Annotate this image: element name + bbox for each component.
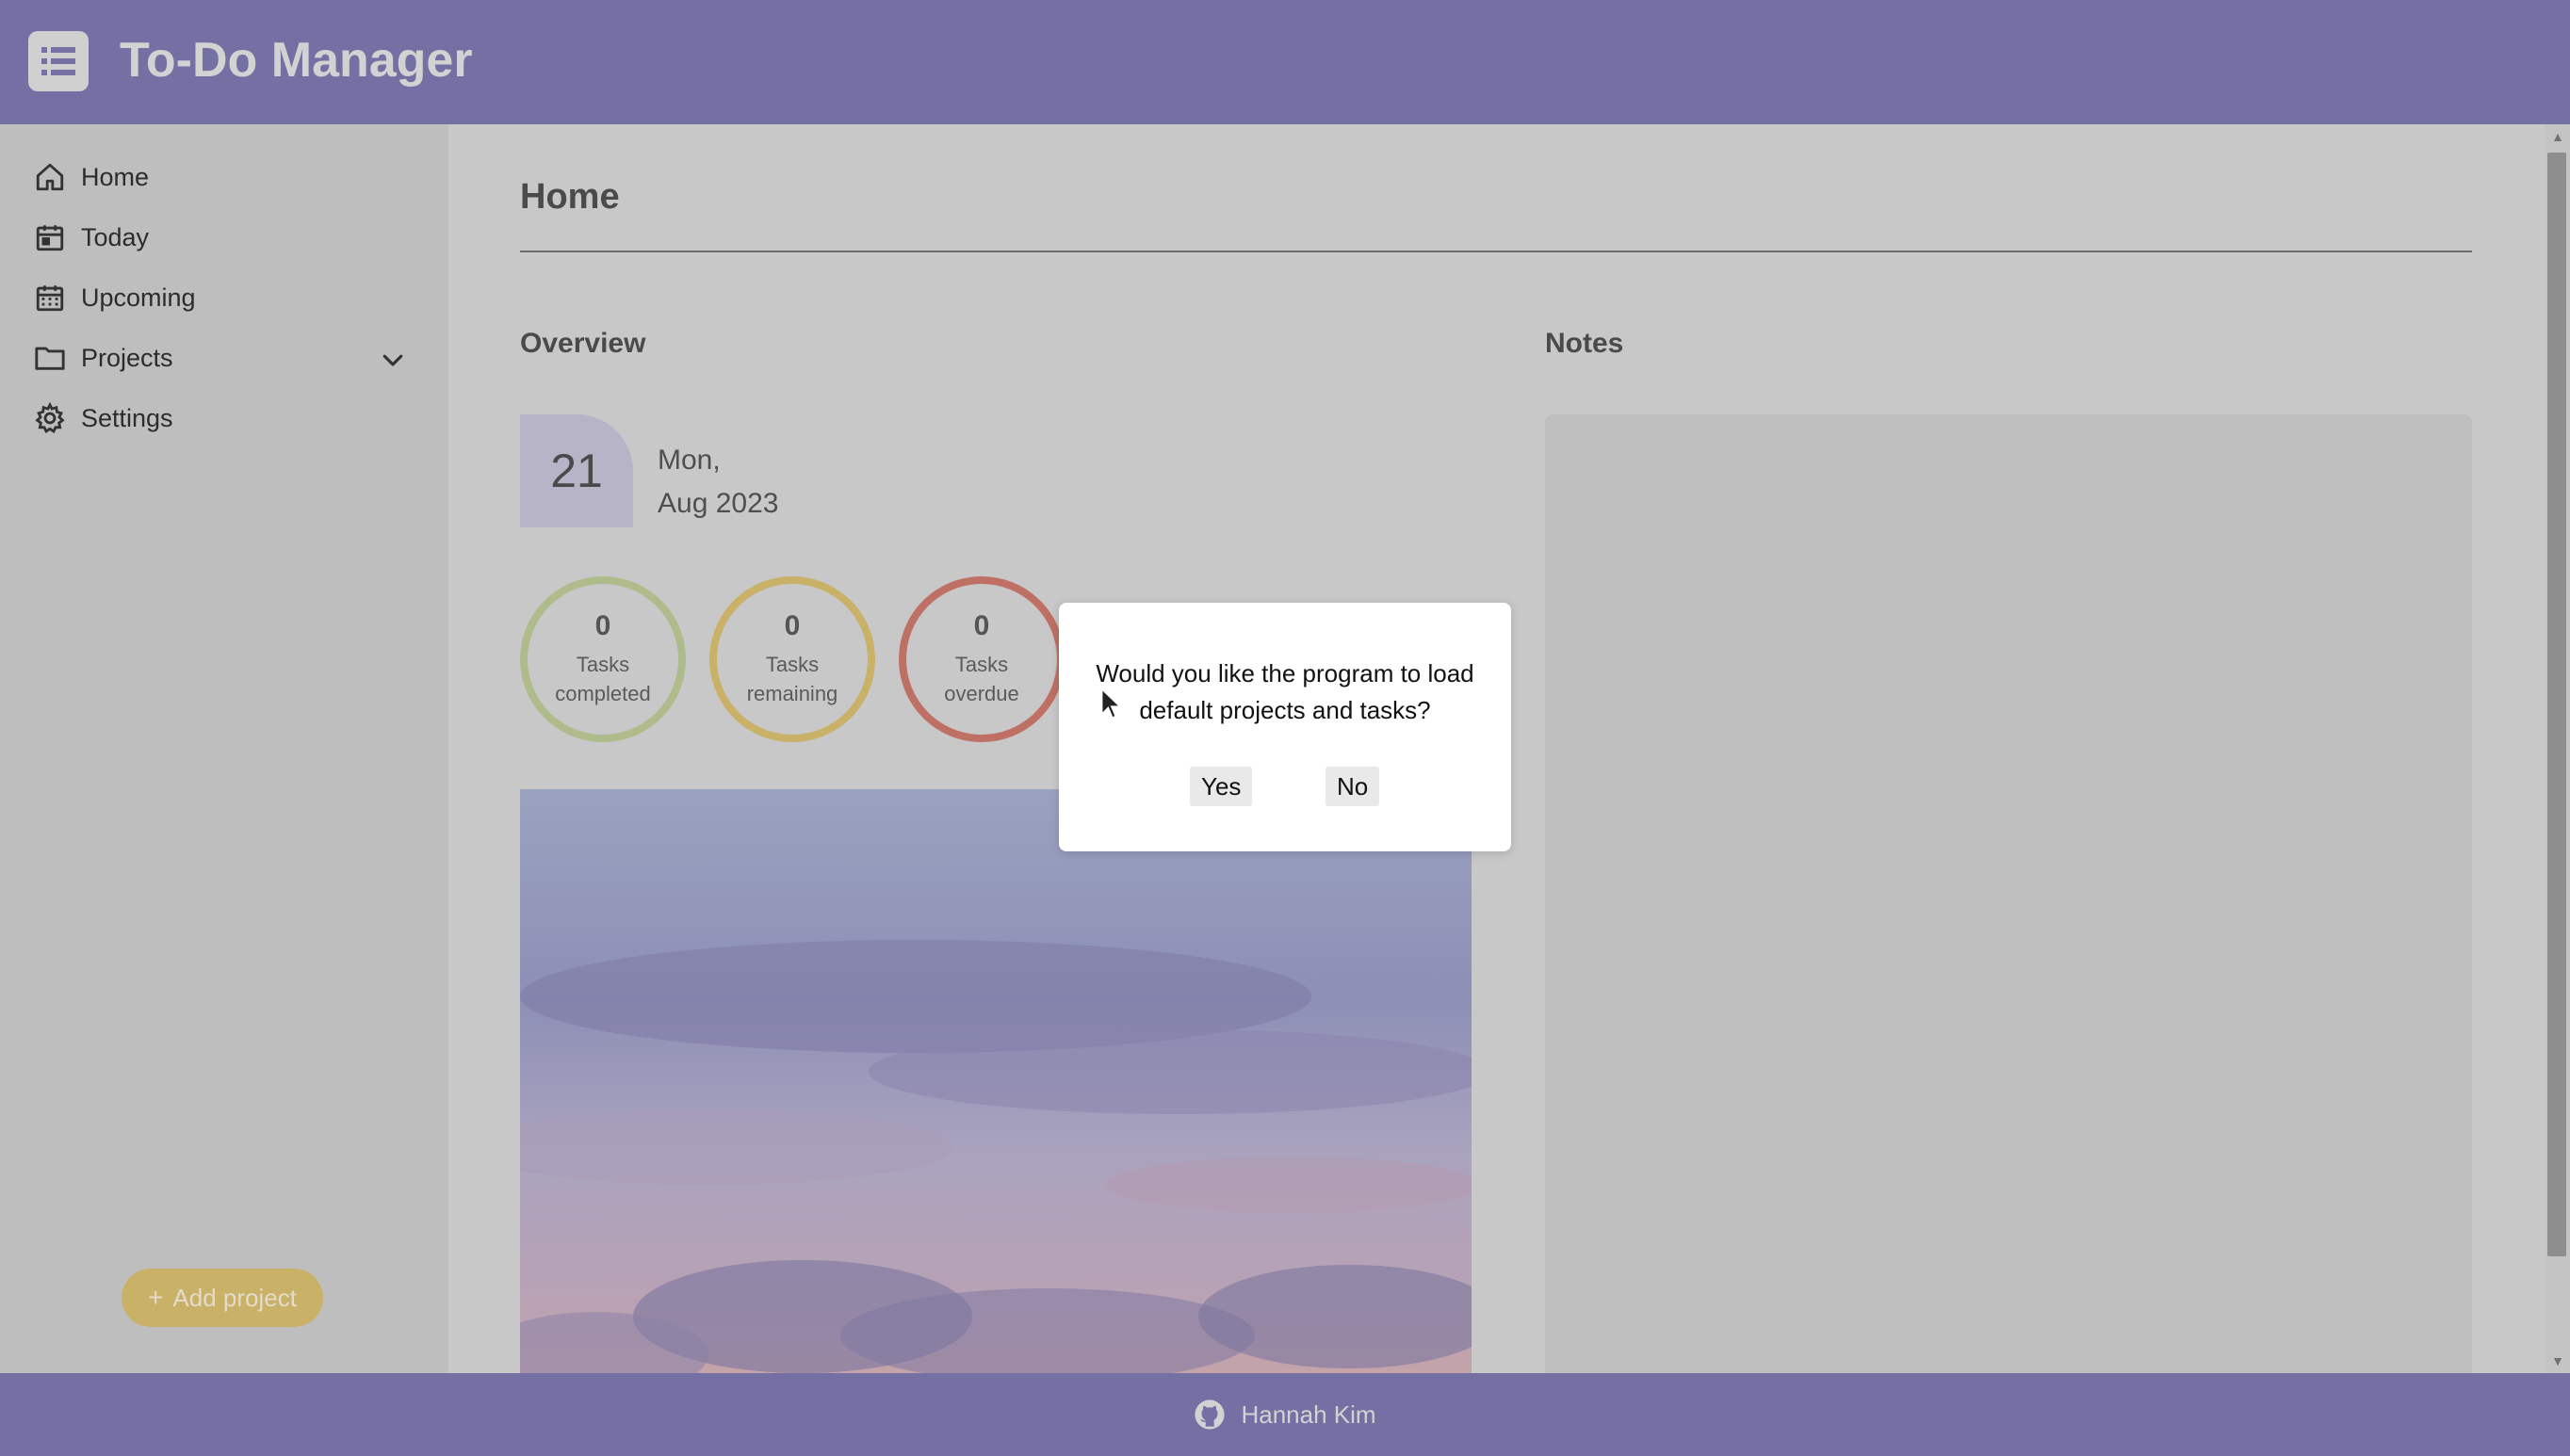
gear-icon (34, 402, 66, 434)
list-logo-icon (28, 31, 89, 91)
load-defaults-dialog: Would you like the program to load defau… (1059, 603, 1511, 851)
mouse-cursor-icon (1100, 688, 1123, 721)
stat-count: 0 (784, 610, 801, 641)
stat-label: Tasks overdue (944, 653, 1019, 705)
no-button[interactable]: No (1326, 767, 1380, 806)
sidebar-item-settings[interactable]: Settings (34, 396, 173, 441)
vertical-scrollbar[interactable]: ▲ ▼ (2546, 124, 2570, 1373)
sidebar-item-label: Home (81, 162, 150, 191)
stat-label: Tasks completed (555, 653, 651, 705)
tasks-remaining-stat: 0 Tasks remaining (709, 576, 875, 742)
date-text: Mon, Aug 2023 (658, 439, 778, 526)
add-project-label: Add project (172, 1283, 297, 1312)
add-project-button[interactable]: + Add project (122, 1269, 323, 1327)
yes-button[interactable]: Yes (1190, 767, 1253, 806)
date-month-year: Aug 2023 (658, 488, 779, 519)
stat-count: 0 (973, 610, 990, 641)
scroll-thumb[interactable] (2547, 153, 2566, 1256)
notes-heading: Notes (1545, 328, 1624, 359)
app-header: To-Do Manager (0, 0, 2570, 124)
sidebar-item-label: Upcoming (81, 283, 196, 312)
tasks-overdue-stat: 0 Tasks overdue (899, 576, 1065, 742)
notes-area[interactable] (1545, 414, 2472, 1373)
sidebar-item-upcoming[interactable]: Upcoming (34, 275, 196, 320)
stat-count: 0 (594, 610, 611, 641)
dialog-message: Would you like the program to load defau… (1096, 659, 1474, 724)
footer-author[interactable]: Hannah Kim (1241, 1400, 1375, 1430)
sidebar-item-projects[interactable]: Projects (34, 335, 173, 380)
date-day-badge: 21 (520, 414, 633, 527)
sidebar-item-label: Today (81, 222, 150, 251)
sidebar-item-today[interactable]: Today (34, 215, 149, 260)
app-footer: Hannah Kim (0, 1373, 2570, 1456)
github-icon[interactable] (1194, 1399, 1226, 1431)
page-title: Home (520, 177, 620, 217)
plus-icon: + (148, 1283, 164, 1312)
title-divider (520, 251, 2472, 252)
chevron-down-icon[interactable] (379, 346, 407, 374)
app-title: To-Do Manager (120, 33, 473, 88)
overview-heading: Overview (520, 328, 646, 359)
sidebar: Home Today Upcoming Projects Settings + … (0, 124, 448, 1373)
sidebar-item-label: Projects (81, 343, 173, 372)
sidebar-item-home[interactable]: Home (34, 154, 149, 200)
tasks-completed-stat: 0 Tasks completed (520, 576, 686, 742)
sky-image (520, 789, 1472, 1373)
scroll-up-icon[interactable]: ▲ (2546, 124, 2570, 149)
stat-label: Tasks remaining (746, 653, 838, 705)
folder-icon (34, 342, 66, 374)
sidebar-item-label: Settings (81, 403, 173, 432)
date-weekday: Mon, (658, 445, 721, 476)
calendar-day-icon (34, 221, 66, 253)
app-window: To-Do Manager Home Today Upcoming Projec… (0, 0, 2570, 1456)
home-icon (34, 161, 66, 193)
calendar-grid-icon (34, 282, 66, 314)
scroll-down-icon[interactable]: ▼ (2546, 1349, 2570, 1373)
